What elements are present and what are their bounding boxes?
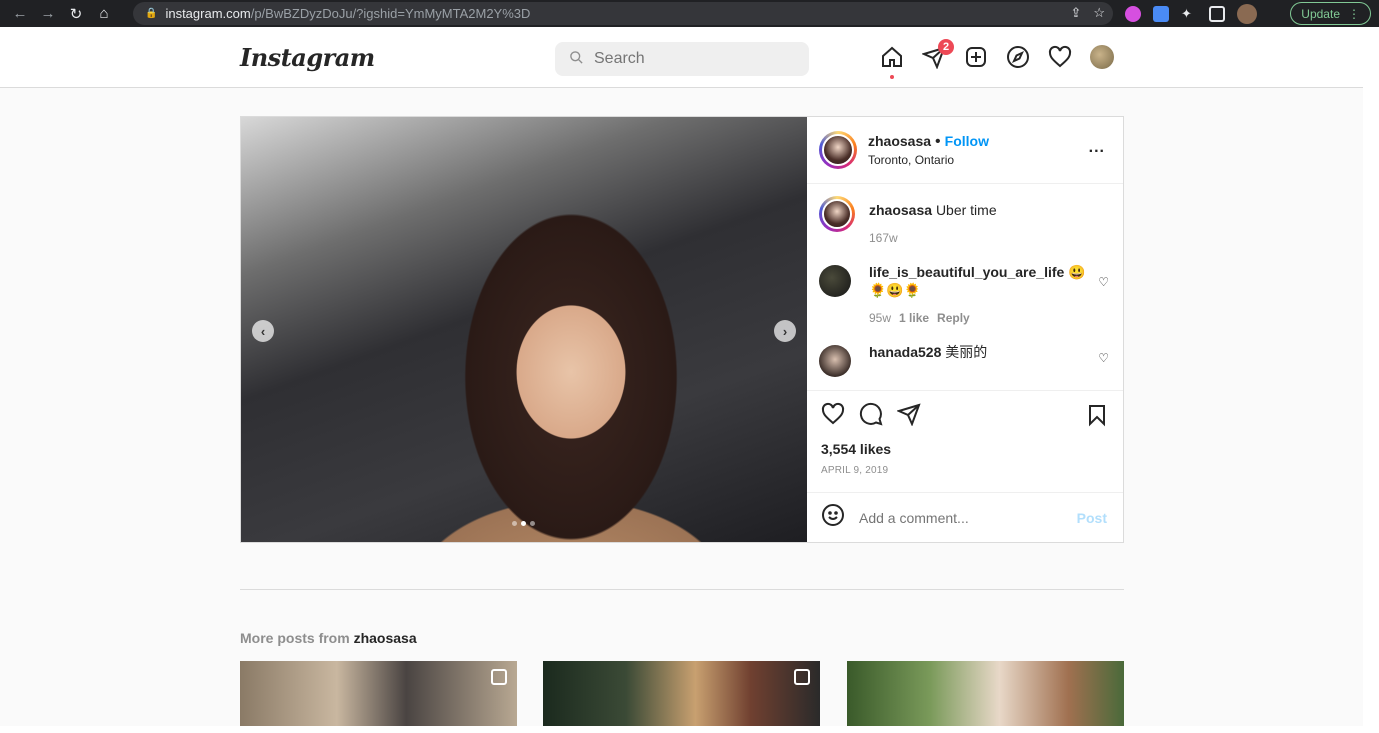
comment-like-heart-icon[interactable]: ♡	[1098, 275, 1109, 289]
post-photo[interactable]: ‹ ›	[241, 117, 807, 542]
update-label: Update	[1301, 6, 1340, 21]
carousel-dots	[512, 521, 535, 526]
grid-post-thumbnail[interactable]	[240, 661, 517, 728]
reel-icon	[491, 669, 507, 685]
url-path: /p/BwBZDyzDoJu/?igshid=YmMyMTA2M2Y%3D	[250, 6, 531, 21]
emoji-smiley-icon[interactable]	[821, 503, 845, 532]
comment-age[interactable]: 95w	[869, 311, 891, 325]
top-nav: 2	[880, 39, 1114, 79]
search-icon	[569, 50, 584, 68]
comment-input[interactable]	[859, 509, 1059, 526]
carousel-dot	[530, 521, 535, 526]
like-heart-icon[interactable]	[821, 402, 845, 431]
window-edge	[1363, 27, 1379, 733]
commenter-avatar[interactable]	[819, 265, 851, 297]
follow-button[interactable]: Follow	[945, 133, 989, 149]
comment-text: 美丽的	[945, 344, 988, 360]
post-card: ‹ › zhaosasa • Follow Toronto, Ontario ...…	[240, 116, 1124, 543]
menu-dots-icon: ⋮	[1348, 6, 1360, 21]
profile-avatar[interactable]	[1090, 45, 1114, 69]
caption-avatar[interactable]	[819, 196, 855, 232]
post-sidebar: zhaosasa • Follow Toronto, Ontario ... zha…	[807, 117, 1123, 542]
share-icon[interactable]: ⇪	[1070, 5, 1081, 21]
carousel-prev-icon[interactable]: ‹	[252, 320, 274, 342]
ig-header: Instagram 2	[0, 27, 1363, 88]
dm-badge: 2	[938, 39, 954, 55]
bookmark-star-icon[interactable]: ☆	[1093, 5, 1105, 21]
comment-bubble-icon[interactable]	[859, 402, 883, 431]
puzzle-icon[interactable]: ✦	[1181, 6, 1197, 22]
sidepanel-icon[interactable]	[1209, 6, 1225, 22]
save-bookmark-icon[interactable]	[1085, 403, 1109, 432]
post-actions: 3,554 likes APRIL 9, 2019	[807, 390, 1123, 492]
post-header: zhaosasa • Follow Toronto, Ontario ...	[807, 117, 1123, 184]
omnibox-actions: ⇪ ☆	[1070, 5, 1105, 21]
caption-age[interactable]: 167w	[869, 231, 1089, 245]
comment-item: life_is_beautiful_you_are_life 😃 🌻😃🌻 95w…	[807, 263, 1123, 325]
home-browser-icon[interactable]: ⌂	[90, 5, 118, 22]
more-posts-heading: More posts from zhaosasa	[240, 630, 417, 646]
author-username[interactable]: zhaosasa	[868, 133, 931, 149]
carousel-icon	[794, 669, 810, 685]
more-options-icon[interactable]: ...	[1089, 139, 1105, 157]
author-avatar[interactable]	[819, 131, 857, 169]
carousel-dot	[512, 521, 517, 526]
home-icon[interactable]	[880, 45, 904, 79]
more-posts-prefix: More posts from	[240, 630, 350, 646]
comment-item: hanada528 美丽的 ♡	[807, 343, 1123, 377]
extension-tray: ✦	[1125, 4, 1257, 24]
search-box[interactable]	[555, 42, 809, 76]
forward-icon[interactable]: →	[34, 5, 62, 22]
commenter-avatar[interactable]	[819, 345, 851, 377]
comments-list: zhaosasa Uber time 167w life_is_beautifu…	[807, 184, 1123, 390]
separator-dot: •	[935, 133, 941, 150]
caption: zhaosasa Uber time 167w	[807, 196, 1123, 245]
reply-button[interactable]: Reply	[937, 311, 970, 325]
url-host: instagram.com	[165, 6, 251, 21]
back-icon[interactable]: ←	[6, 5, 34, 22]
instagram-logo[interactable]: Instagram	[240, 43, 375, 72]
carousel-next-icon[interactable]: ›	[774, 320, 796, 342]
update-button[interactable]: Update ⋮	[1290, 2, 1371, 25]
comment-likes[interactable]: 1 like	[899, 311, 929, 325]
caption-username[interactable]: zhaosasa	[869, 202, 932, 218]
caption-text: Uber time	[935, 202, 997, 218]
author-info: zhaosasa • Follow Toronto, Ontario	[868, 133, 989, 167]
explore-compass-icon[interactable]	[1006, 45, 1030, 69]
likes-count[interactable]: 3,554 likes	[821, 441, 1109, 457]
block-extension-icon[interactable]	[1125, 6, 1141, 22]
post-comment-button[interactable]: Post	[1077, 510, 1107, 526]
lock-icon: 🔒	[145, 8, 158, 19]
share-plane-icon[interactable]	[896, 402, 921, 431]
comment-like-heart-icon[interactable]: ♡	[1098, 351, 1109, 365]
grid-post-thumbnail[interactable]	[847, 661, 1124, 728]
direct-messages-icon[interactable]: 2	[922, 39, 954, 69]
browser-profile-avatar[interactable]	[1237, 4, 1257, 24]
browser-toolbar: ← → ↻ ⌂ 🔒 instagram.com/p/BwBZDyzDoJu/?i…	[0, 0, 1379, 27]
grid-post-thumbnail[interactable]	[543, 661, 820, 728]
window-bottom	[0, 726, 1379, 733]
new-post-icon[interactable]	[964, 45, 988, 69]
activity-heart-icon[interactable]	[1048, 45, 1072, 69]
home-active-dot	[890, 75, 894, 79]
translate-extension-icon[interactable]	[1153, 6, 1169, 22]
comment-username[interactable]: hanada528	[869, 344, 941, 360]
post-location[interactable]: Toronto, Ontario	[868, 153, 989, 167]
reload-icon[interactable]: ↻	[62, 5, 90, 23]
address-bar[interactable]: 🔒 instagram.com/p/BwBZDyzDoJu/?igshid=Ym…	[133, 2, 1113, 25]
add-comment-bar: Post	[807, 492, 1123, 542]
more-posts-user[interactable]: zhaosasa	[354, 630, 417, 646]
section-divider	[240, 589, 1124, 590]
post-date[interactable]: APRIL 9, 2019	[821, 465, 1109, 476]
carousel-dot-active	[521, 521, 526, 526]
comment-username[interactable]: life_is_beautiful_you_are_life	[869, 264, 1064, 280]
search-input[interactable]	[594, 50, 784, 68]
